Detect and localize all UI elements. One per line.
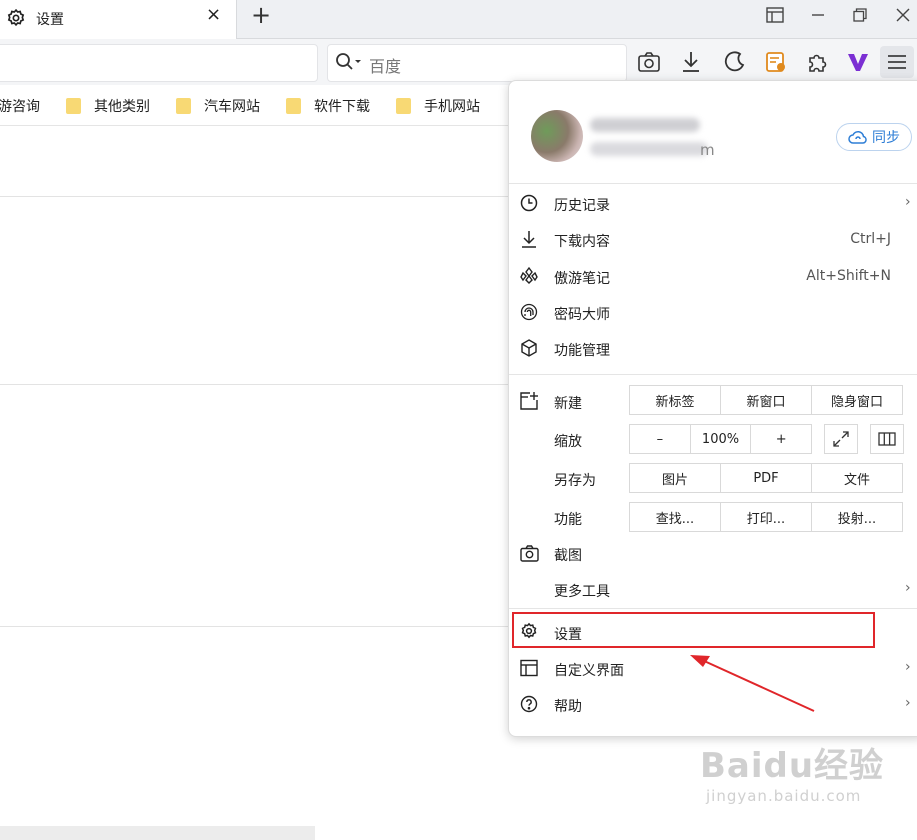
menu-item-label: 自定义界面 (554, 663, 624, 679)
bookmark-item[interactable]: 游咨询 (0, 96, 40, 116)
notes-toolbar-icon[interactable] (761, 47, 791, 77)
watermark: Baidu经验 jingyan.baidu.com (700, 738, 884, 805)
menu-item-label: 傲游笔记 (554, 271, 610, 287)
layout-icon (519, 658, 539, 678)
help-icon (519, 694, 539, 714)
menu-item-label: 下载内容 (554, 234, 610, 250)
menu-separator (509, 608, 917, 609)
bookmark-label: 游咨询 (0, 99, 40, 115)
menu-item-label: 帮助 (554, 699, 582, 715)
menu-separator (509, 374, 917, 375)
cube-icon (519, 338, 539, 358)
chevron-right-icon: › (905, 580, 911, 596)
expand-icon (833, 431, 849, 447)
functions-button-group: 查找... 打印... 投射... (629, 502, 903, 532)
avatar[interactable] (531, 110, 583, 162)
shortcut-label: Alt+Shift+N (806, 268, 891, 284)
highlight-box (512, 612, 875, 648)
watermark-url: jingyan.baidu.com (706, 787, 862, 805)
folder-icon (176, 98, 191, 114)
menu-item-label: 密码大师 (554, 307, 610, 323)
cast-option[interactable]: 投射... (811, 503, 902, 531)
vip-icon[interactable] (843, 47, 873, 77)
bookmark-label: 软件下载 (314, 99, 370, 115)
watermark-logo: Baidu经验 (700, 746, 885, 786)
night-mode-icon[interactable] (719, 47, 749, 77)
folder-icon (286, 98, 301, 114)
chevron-right-icon: › (905, 695, 911, 711)
find-option[interactable]: 查找... (630, 503, 720, 531)
bookmark-folder[interactable]: 手机网站 (396, 96, 480, 116)
download-icon[interactable] (676, 47, 706, 77)
fullscreen-button[interactable] (824, 424, 858, 454)
tab-close-button[interactable]: × (206, 5, 221, 25)
search-placeholder: 百度 (369, 57, 402, 76)
zoom-out-button[interactable]: – (630, 425, 690, 453)
columns-icon (878, 432, 896, 446)
download-icon (519, 229, 539, 249)
print-option[interactable]: 打印... (720, 503, 811, 531)
divider (0, 384, 520, 385)
split-view-button[interactable] (870, 424, 904, 454)
bookmark-label: 其他类别 (94, 99, 150, 115)
horizontal-scrollbar[interactable] (0, 826, 315, 840)
menu-row-label: 新建 (554, 396, 582, 412)
extensions-icon[interactable] (803, 47, 833, 77)
shortcut-label: Ctrl+J (850, 231, 891, 247)
folder-icon (396, 98, 411, 114)
new-button-group: 新标签 新窗口 隐身窗口 (629, 385, 903, 415)
close-window-button[interactable] (888, 4, 917, 26)
zoom-in-button[interactable]: + (750, 425, 811, 453)
zoom-control: – 100% + (629, 424, 812, 454)
new-window-option[interactable]: 新窗口 (720, 386, 811, 414)
notes-icon (519, 265, 539, 285)
menu-row-label: 另存为 (554, 473, 596, 489)
annotation-arrow (690, 655, 815, 712)
bookmark-folder[interactable]: 其他类别 (66, 96, 150, 116)
gear-icon (6, 8, 26, 32)
fingerprint-icon (519, 302, 539, 322)
zoom-level: 100% (689, 425, 751, 453)
new-tab-button[interactable]: + (251, 2, 271, 28)
save-file-option[interactable]: 文件 (811, 464, 902, 492)
menu-row-label: 缩放 (554, 434, 582, 450)
chevron-right-icon: › (905, 659, 911, 675)
username-blurred (590, 118, 700, 132)
folder-icon (66, 98, 81, 114)
camera-icon (519, 543, 539, 563)
main-menu-button[interactable] (880, 46, 914, 78)
incognito-window-option[interactable]: 隐身窗口 (811, 386, 902, 414)
address-bar[interactable] (0, 44, 318, 82)
save-as-button-group: 图片 PDF 文件 (629, 463, 903, 493)
menu-item-label: 功能管理 (554, 343, 610, 359)
bookmark-folder[interactable]: 汽车网站 (176, 96, 260, 116)
new-tab-option[interactable]: 新标签 (630, 386, 720, 414)
history-icon (519, 193, 539, 213)
cloud-sync-icon (848, 129, 868, 145)
sync-button[interactable]: 同步 (836, 123, 912, 151)
save-pdf-option[interactable]: PDF (720, 464, 811, 492)
bookmark-folder[interactable]: 软件下载 (286, 96, 370, 116)
sidebar-layout-icon[interactable] (760, 4, 790, 26)
email-tail: m (700, 141, 715, 159)
email-blurred (590, 142, 708, 156)
menu-row-label: 功能 (554, 512, 582, 528)
divider (0, 626, 520, 627)
screenshot-icon[interactable] (634, 47, 664, 77)
divider (0, 196, 520, 197)
save-image-option[interactable]: 图片 (630, 464, 720, 492)
menu-separator (509, 183, 917, 184)
sync-label: 同步 (872, 130, 900, 146)
menu-item-label: 更多工具 (554, 584, 610, 600)
new-item-icon (519, 391, 539, 411)
bookmark-label: 汽车网站 (204, 99, 260, 115)
menu-item-label: 截图 (554, 548, 582, 564)
restore-button[interactable] (845, 4, 875, 26)
tab-title: 设置 (36, 12, 64, 28)
minimize-button[interactable] (803, 4, 833, 26)
chevron-right-icon: › (905, 194, 911, 210)
search-icon (335, 52, 363, 76)
bookmark-label: 手机网站 (424, 99, 480, 115)
menu-item-label: 历史记录 (554, 198, 610, 214)
